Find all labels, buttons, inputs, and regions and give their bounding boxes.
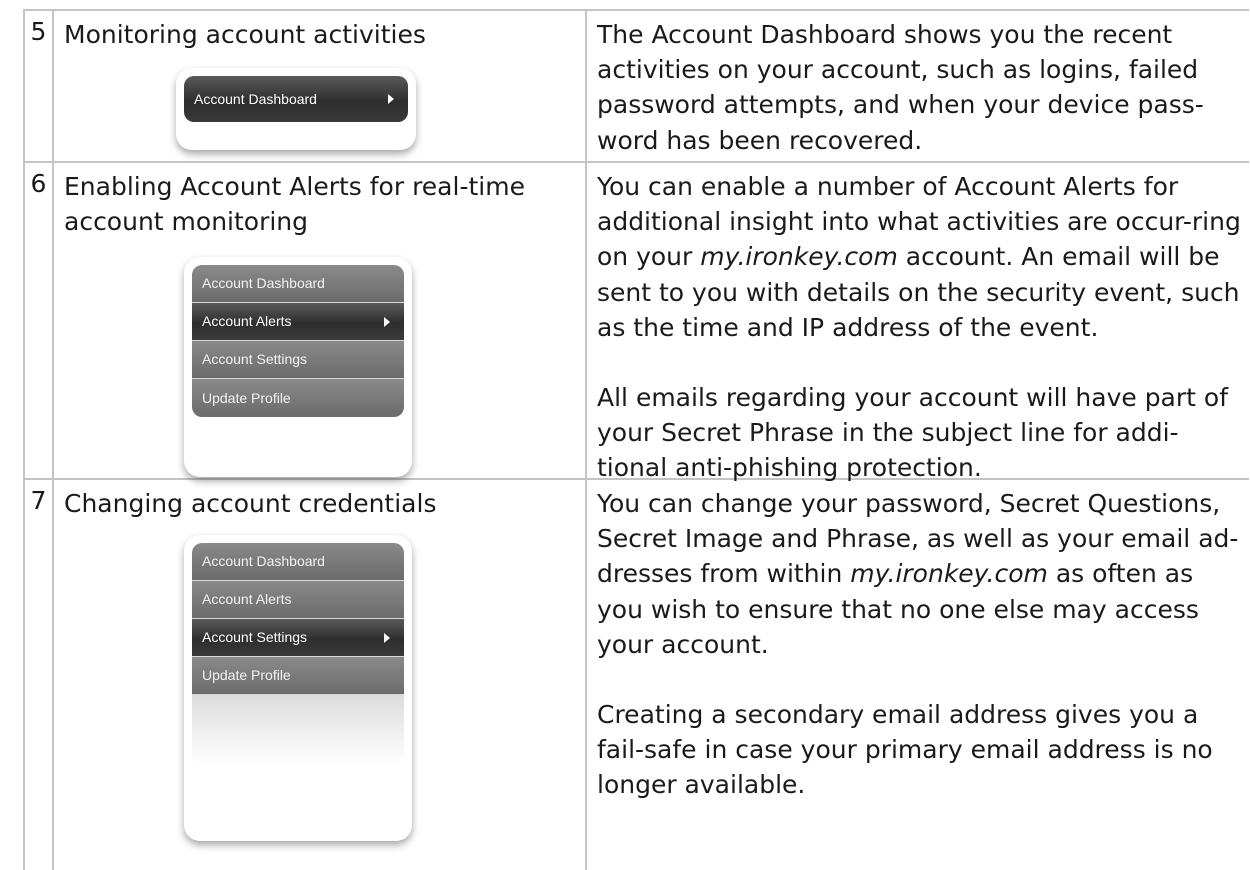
menu-item-account-dashboard[interactable]: Account Dashboard — [192, 265, 404, 303]
domain-text: my.ironkey.com — [700, 242, 898, 272]
domain-text: my.ironkey.com — [850, 559, 1048, 589]
menu-item-account-settings[interactable]: Account Settings — [192, 619, 404, 657]
task-cell: Monitoring account activities Account Da… — [54, 11, 587, 161]
menu-item-label: Update Profile — [202, 389, 291, 406]
menu-widget: Account Dashboard Account Alerts Account… — [184, 257, 412, 477]
menu-item-label: Account Settings — [202, 629, 308, 645]
task-title: Monitoring account activities — [64, 20, 426, 49]
task-cell: Enabling Account Alerts for real-time ac… — [54, 163, 587, 478]
menu-item-label: Account Dashboard — [202, 275, 325, 291]
description-paragraph: Creating a secondary email address gives… — [597, 700, 1213, 800]
description-cell: The Account Dashboard shows you the rece… — [587, 11, 1249, 161]
row-number: 7 — [23, 480, 54, 870]
menu-item-update-profile[interactable]: Update Profile — [192, 657, 404, 695]
chevron-right-icon — [388, 94, 394, 104]
chevron-right-icon — [384, 632, 390, 643]
menu-item-account-alerts[interactable]: Account Alerts — [192, 303, 404, 341]
menu-item-account-settings[interactable]: Account Settings — [192, 341, 404, 379]
menu-item-label: Account Dashboard — [194, 90, 317, 107]
description-cell: You can change your password, Secret Que… — [587, 480, 1249, 870]
menu-item-account-dashboard[interactable]: Account Dashboard — [184, 76, 408, 122]
menu-reflection — [192, 695, 404, 765]
table-row: 7 Changing account credentials Account D… — [23, 478, 1249, 870]
menu-list: Account Dashboard Account Alerts Account… — [192, 543, 404, 765]
menu-item-label: Update Profile — [202, 667, 291, 683]
task-cell: Changing account credentials Account Das… — [54, 480, 587, 870]
table-row: 5 Monitoring account activities Account … — [23, 9, 1249, 161]
description-paragraph: You can change your password, Secret Que… — [597, 486, 1243, 662]
menu-item-update-profile[interactable]: Update Profile — [192, 379, 404, 417]
table-row: 6 Enabling Account Alerts for real-time … — [23, 161, 1249, 482]
description-cell: You can enable a number of Account Alert… — [587, 163, 1249, 482]
row-number: 6 — [23, 163, 54, 478]
feature-table: 5 Monitoring account activities Account … — [23, 9, 1249, 870]
task-title: Changing account credentials — [64, 489, 437, 518]
chevron-right-icon — [384, 316, 390, 327]
row-number: 5 — [23, 11, 54, 161]
menu-item-label: Account Alerts — [202, 591, 292, 607]
menu-item-label: Account Dashboard — [202, 553, 325, 569]
menu-item-label: Account Settings — [202, 351, 308, 367]
description-paragraph: All emails regarding your account will h… — [597, 383, 1229, 483]
menu-item-label: Account Alerts — [202, 313, 292, 329]
description-text: The Account Dashboard shows you the rece… — [597, 20, 1204, 155]
menu-item-account-dashboard[interactable]: Account Dashboard — [192, 543, 404, 581]
menu-widget: Account Dashboard Account Alerts Account… — [184, 535, 412, 841]
menu-list: Account Dashboard — [184, 76, 408, 122]
task-title: Enabling Account Alerts for real-time ac… — [64, 172, 525, 236]
description-paragraph: You can enable a number of Account Alert… — [597, 169, 1243, 345]
menu-widget: Account Dashboard — [176, 68, 416, 150]
menu-item-account-alerts[interactable]: Account Alerts — [192, 581, 404, 619]
menu-list: Account Dashboard Account Alerts Account… — [192, 265, 404, 417]
